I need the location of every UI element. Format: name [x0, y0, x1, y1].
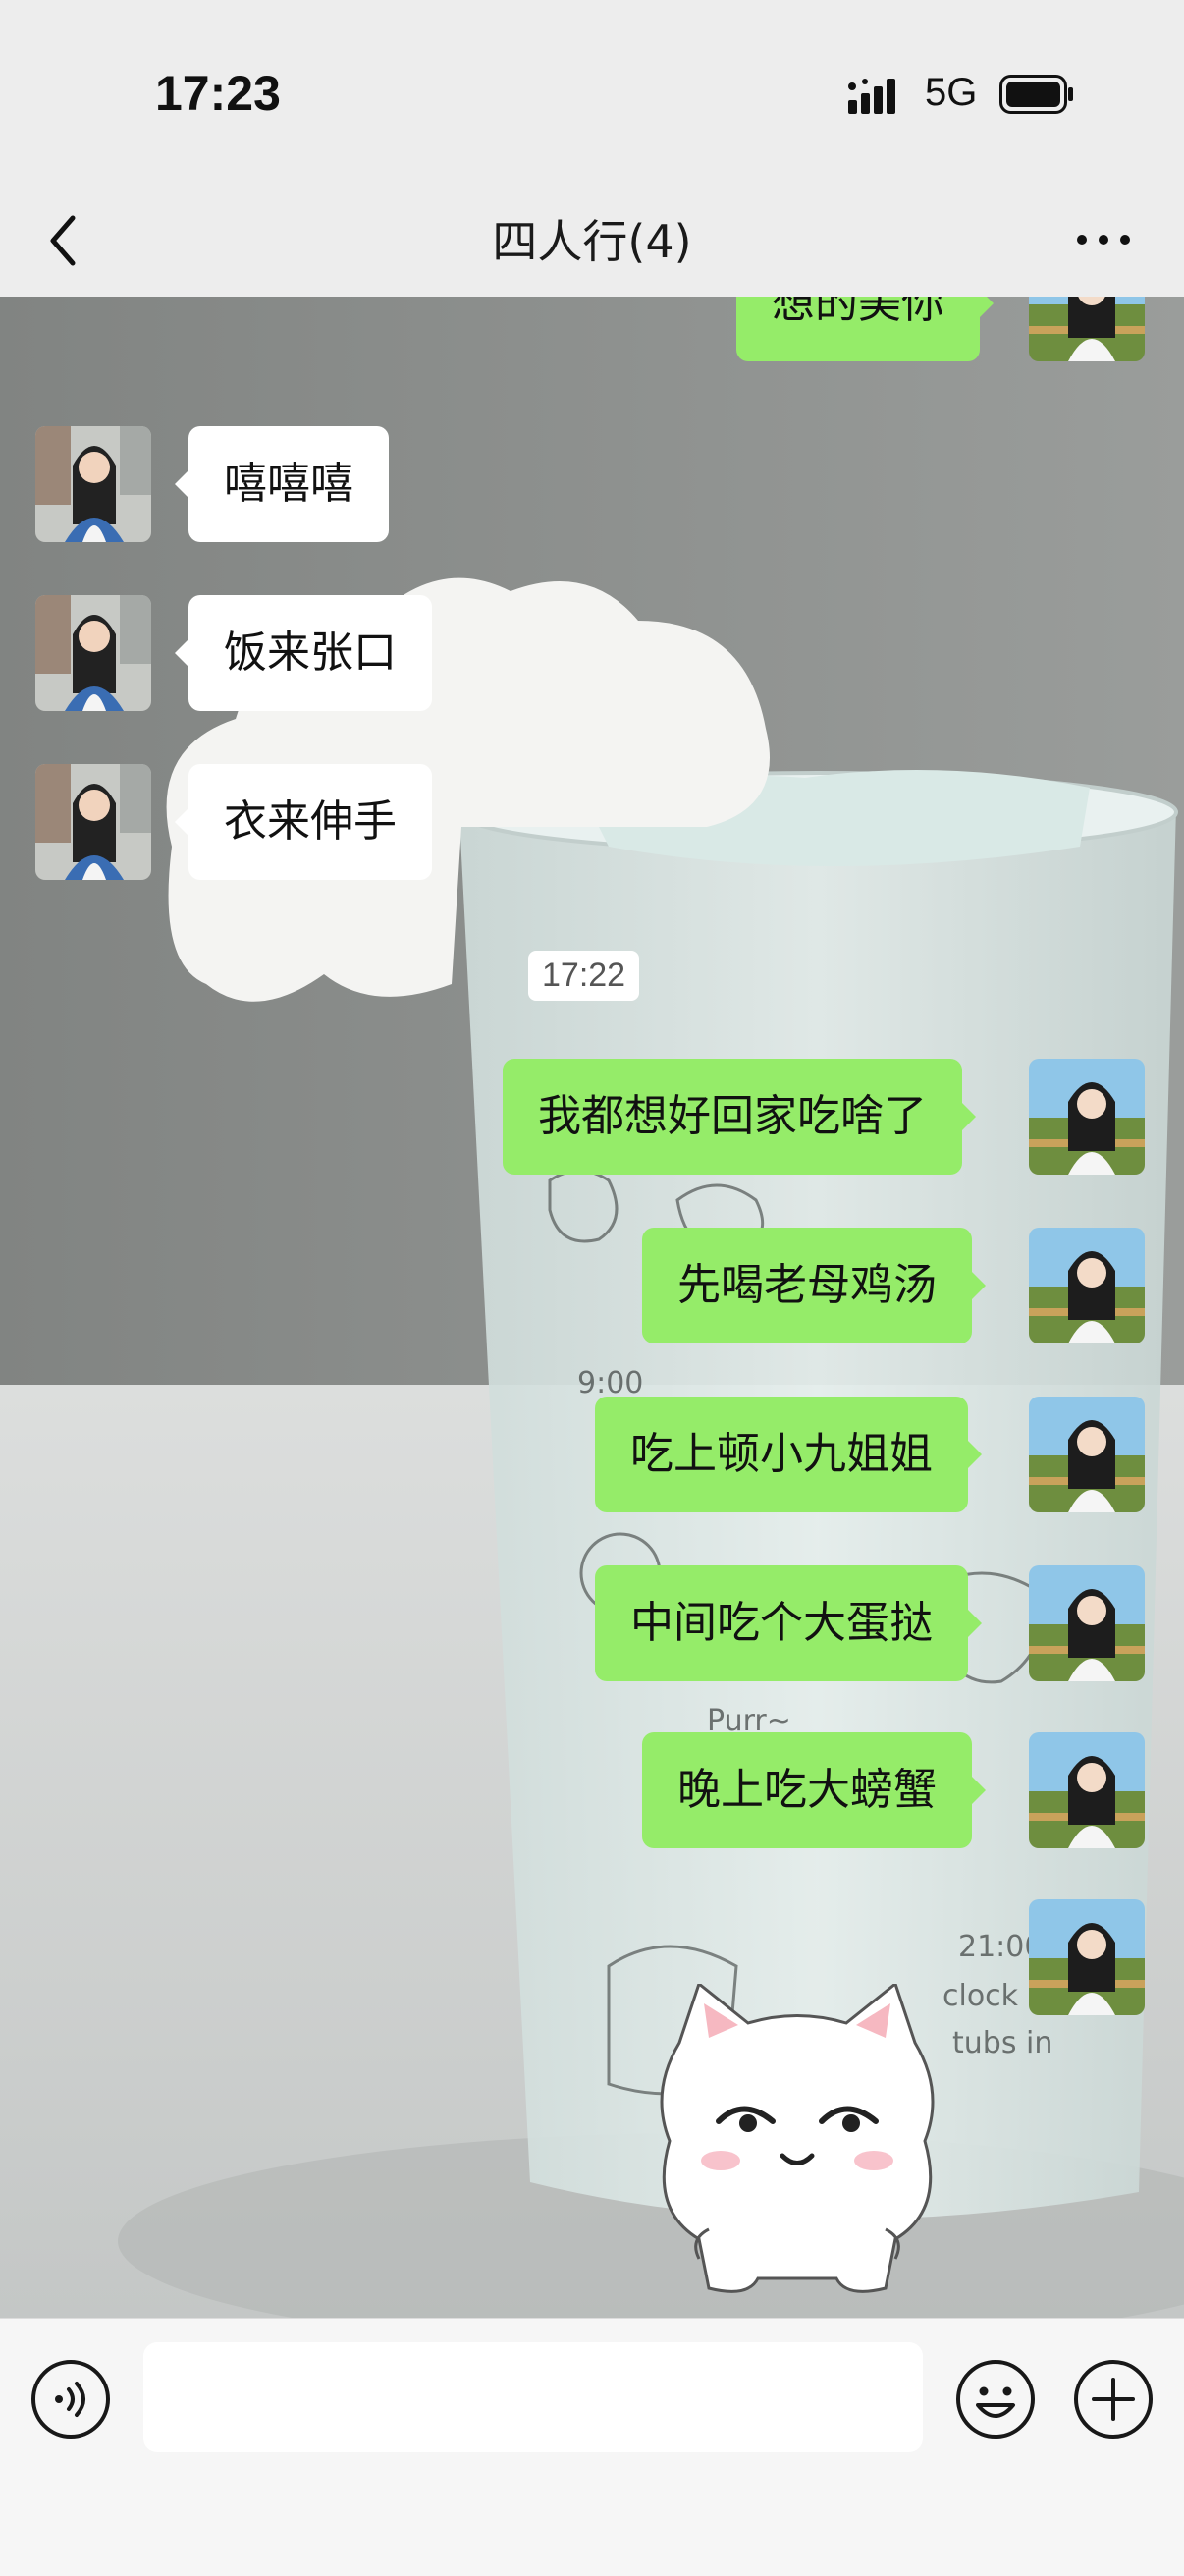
self-avatar[interactable] [1029, 297, 1145, 361]
friend-avatar[interactable] [35, 764, 151, 880]
message-bubble-in[interactable]: 嘻嘻嘻 [175, 426, 389, 542]
message-bubble-in[interactable]: 饭来张口 [175, 595, 432, 711]
chat-title: 四人行(4) [492, 215, 692, 268]
network-type: 5G [925, 71, 978, 114]
wallpaper-text-time1: 9:00 [577, 1366, 643, 1400]
friend-avatar[interactable] [35, 426, 151, 542]
message-bubble-out[interactable]: 晚上吃大螃蟹 [642, 1732, 986, 1848]
message-bubble-out[interactable]: 我都想好回家吃啥了 [503, 1059, 976, 1175]
message-bubble-out[interactable]: 想的美你 [736, 297, 994, 361]
friend-avatar[interactable] [35, 595, 151, 711]
chat-area[interactable]: 9:00 Purr~ 21:00 clock tubs in 想的美你 嘻嘻嘻 … [0, 297, 1184, 2318]
emoji-icon[interactable] [954, 2358, 1037, 2440]
signal-icon [848, 79, 895, 114]
self-avatar[interactable] [1029, 1059, 1145, 1175]
self-avatar[interactable] [1029, 1565, 1145, 1681]
message-input[interactable] [143, 2342, 923, 2452]
chat-wallpaper: 9:00 Purr~ 21:00 clock tubs in [0, 297, 1184, 2318]
message-bubble-out[interactable]: 先喝老母鸡汤 [642, 1228, 986, 1343]
message-bubble-out[interactable]: 中间吃个大蛋挞 [595, 1565, 982, 1681]
white-cat-sticker[interactable] [650, 1984, 944, 2298]
wallpaper-text-clock: clock [942, 1979, 1019, 2013]
more-icon[interactable] [1074, 222, 1133, 257]
battery-icon [999, 75, 1073, 114]
self-avatar[interactable] [1029, 1228, 1145, 1343]
self-avatar[interactable] [1029, 1732, 1145, 1848]
status-bar: 17:23 5G [0, 0, 1184, 187]
self-avatar[interactable] [1029, 1397, 1145, 1512]
nav-bar: 四人行(4) [0, 187, 1184, 297]
self-avatar[interactable] [1029, 1899, 1145, 2015]
voice-icon[interactable] [29, 2358, 112, 2440]
wallpaper-text-tubs: tubs in [952, 2026, 1052, 2060]
plus-icon[interactable] [1072, 2358, 1155, 2440]
message-bubble-out[interactable]: 吃上顿小九姐姐 [595, 1397, 982, 1512]
message-bubble-in[interactable]: 衣来伸手 [175, 764, 432, 880]
message-timestamp: 17:22 [528, 951, 640, 1001]
input-bar [0, 2318, 1184, 2576]
status-time: 17:23 [155, 66, 281, 121]
